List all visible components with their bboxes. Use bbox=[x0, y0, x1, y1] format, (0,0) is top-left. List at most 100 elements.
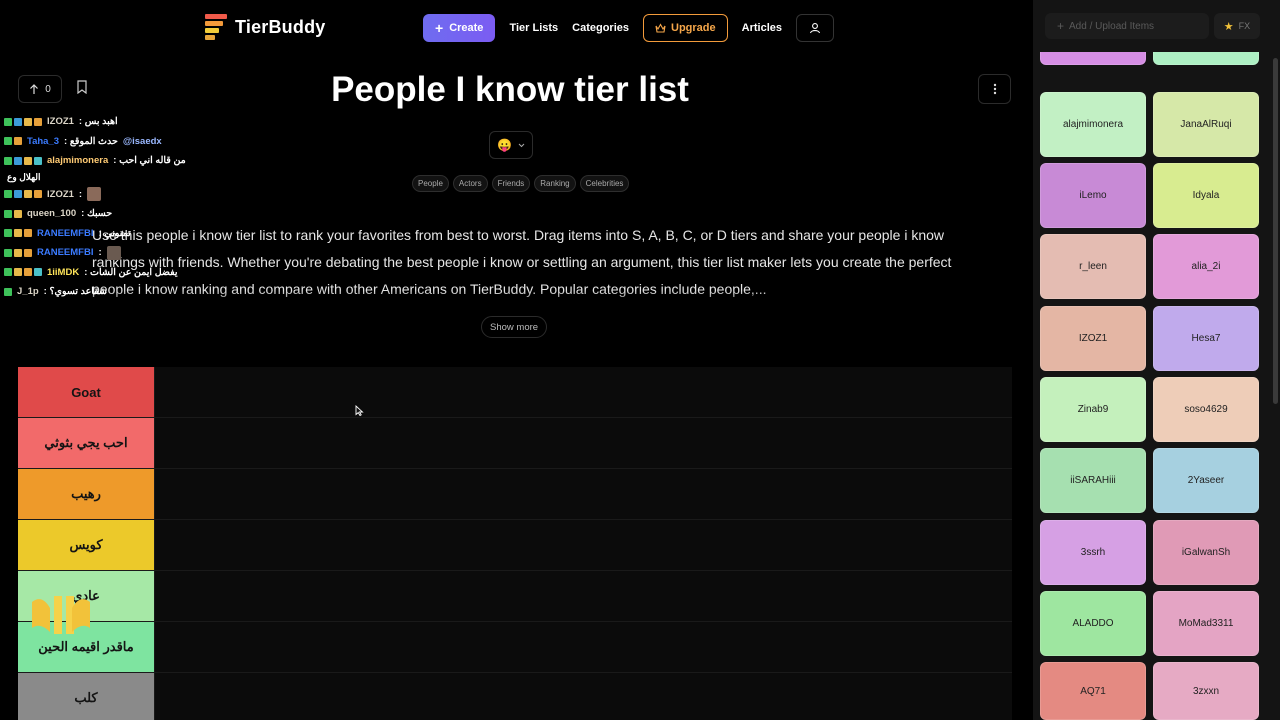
chat-message: Taha_3 : حدث الموقع @isaedx bbox=[4, 132, 224, 152]
chat-message: RANEEMFBI : bbox=[4, 243, 224, 263]
item-card[interactable]: ALADDO bbox=[1040, 591, 1146, 656]
tier-drop-zone[interactable] bbox=[154, 418, 1012, 468]
chat-username: 1iiMDK bbox=[47, 266, 80, 278]
add-upload-items-input[interactable]: + Add / Upload Items bbox=[1045, 13, 1209, 39]
item-card[interactable]: 3ssrh bbox=[1040, 520, 1146, 585]
nav-categories[interactable]: Categories bbox=[572, 22, 629, 34]
chat-message: alajmimonera : من قاله اني احب bbox=[4, 151, 224, 171]
chat-text: : bbox=[78, 188, 83, 200]
nav-articles[interactable]: Articles bbox=[742, 22, 782, 34]
tier-drop-zone[interactable] bbox=[154, 520, 1012, 570]
item-card[interactable]: alajmimonera bbox=[1040, 92, 1146, 157]
item-card[interactable]: soso4629 bbox=[1153, 377, 1259, 442]
tier-drop-zone[interactable] bbox=[154, 571, 1012, 621]
tag-chip[interactable]: Actors bbox=[452, 175, 488, 192]
item-card[interactable]: alia_2i bbox=[1153, 234, 1259, 299]
badge-icon bbox=[24, 117, 32, 126]
chat-message: RANEEMFBI : تمنوني bbox=[4, 224, 224, 244]
badge-icon bbox=[14, 268, 22, 277]
fx-button[interactable]: ★ FX bbox=[1214, 13, 1260, 39]
item-card[interactable]: 3zxxn bbox=[1153, 662, 1259, 720]
user-icon bbox=[809, 23, 821, 34]
upgrade-button[interactable]: Upgrade bbox=[643, 14, 728, 42]
item-card[interactable]: Zinab9 bbox=[1040, 377, 1146, 442]
badge-icon bbox=[4, 117, 12, 126]
add-upload-placeholder: Add / Upload Items bbox=[1069, 20, 1155, 32]
item-card[interactable]: AQ71 bbox=[1040, 662, 1146, 720]
chat-username: alajmimonera bbox=[47, 155, 109, 167]
item-card[interactable]: JanaAlRuqi bbox=[1153, 92, 1259, 157]
item-card[interactable]: 2Yaseer bbox=[1153, 448, 1259, 513]
tag-list: People Actors Friends Ranking Celebritie… bbox=[412, 175, 630, 192]
badge-icon bbox=[14, 137, 22, 146]
chevron-down-icon bbox=[518, 143, 525, 147]
emoji-reaction-select[interactable]: 😛 bbox=[489, 131, 533, 159]
tag-chip[interactable]: Ranking bbox=[534, 175, 576, 192]
badge-icon bbox=[24, 229, 32, 238]
chat-username: queen_100 bbox=[27, 208, 77, 220]
item-card[interactable]: MoMad3311 bbox=[1153, 591, 1259, 656]
nav-links: + Create Tier Lists Categories Upgrade A… bbox=[423, 14, 834, 42]
chat-text: : شقاعد تسوي؟ bbox=[43, 286, 107, 298]
badge-icon bbox=[4, 156, 12, 165]
tier-label[interactable]: رهيب bbox=[18, 469, 154, 519]
tier-drop-zone[interactable] bbox=[154, 469, 1012, 519]
tier-row: كلب bbox=[18, 673, 1012, 720]
item-card[interactable]: IZOZ1 bbox=[1040, 306, 1146, 371]
nav-tier-lists[interactable]: Tier Lists bbox=[509, 22, 558, 34]
sidebar-scrollbar[interactable] bbox=[1273, 58, 1278, 404]
badge-icon bbox=[4, 248, 12, 257]
item-card[interactable]: iLemo bbox=[1040, 163, 1146, 228]
fx-label: FX bbox=[1238, 21, 1251, 31]
main-content: TierBuddy + Create Tier Lists Categories… bbox=[0, 0, 1033, 720]
chat-username: Taha_3 bbox=[27, 135, 60, 147]
tier-row: ماقدر اقيمه الحين bbox=[18, 622, 1012, 673]
tier-drop-zone[interactable] bbox=[154, 622, 1012, 672]
tier-row: كويس bbox=[18, 520, 1012, 571]
tier-label[interactable]: Goat bbox=[18, 367, 154, 417]
chat-message: IZOZ1 : اهبد بس bbox=[4, 112, 224, 132]
badge-icon bbox=[34, 117, 42, 126]
chat-username: IZOZ1 bbox=[47, 116, 74, 128]
tier-label[interactable]: كلب bbox=[18, 673, 154, 720]
brand-logo[interactable]: TierBuddy bbox=[205, 14, 325, 40]
user-account-button[interactable] bbox=[796, 14, 834, 42]
create-button-label: Create bbox=[449, 22, 484, 34]
badge-icon bbox=[14, 117, 22, 126]
badge-icon bbox=[14, 190, 22, 199]
create-button[interactable]: + Create bbox=[423, 14, 496, 42]
tier-label[interactable]: كويس bbox=[18, 520, 154, 570]
item-card[interactable]: r_leen bbox=[1040, 234, 1146, 299]
item-card[interactable]: Hesa7 bbox=[1153, 306, 1259, 371]
badge-icon bbox=[34, 156, 42, 165]
chat-message: IZOZ1 : bbox=[4, 185, 224, 205]
item-card[interactable]: iGalwanSh bbox=[1153, 520, 1259, 585]
tag-chip[interactable]: People bbox=[412, 175, 449, 192]
tier-row: عادي bbox=[18, 571, 1012, 622]
plus-icon: + bbox=[435, 20, 444, 36]
chat-username: RANEEMFBI bbox=[37, 247, 94, 259]
tier-row: احب يجي بثوثي bbox=[18, 418, 1012, 469]
badge-icon bbox=[34, 268, 42, 277]
chat-text: الهلال وع bbox=[7, 172, 41, 182]
chat-text: : bbox=[98, 247, 102, 259]
chat-text: : حسبك bbox=[81, 208, 113, 220]
tier-drop-zone[interactable] bbox=[154, 367, 1012, 417]
tier-drop-zone[interactable] bbox=[154, 673, 1012, 720]
badge-icon bbox=[4, 268, 12, 277]
tag-chip[interactable]: Celebrities bbox=[579, 175, 630, 192]
upgrade-button-label: Upgrade bbox=[671, 22, 716, 34]
tier-label[interactable]: احب يجي بثوثي bbox=[18, 418, 154, 468]
item-card[interactable]: Idyala bbox=[1153, 163, 1259, 228]
item-card[interactable]: iiSARAHiii bbox=[1040, 448, 1146, 513]
tier-row: رهيب bbox=[18, 469, 1012, 520]
chat-text: : حدث الموقع bbox=[64, 135, 118, 147]
chat-message-continued: الهلال وع bbox=[4, 171, 224, 185]
show-more-button[interactable]: Show more bbox=[481, 316, 548, 338]
stream-chat-overlay: IZOZ1 : اهبد بس Taha_3 : حدث الموقع @isa… bbox=[4, 112, 224, 302]
plus-icon: + bbox=[1057, 19, 1065, 33]
badge-icon bbox=[24, 190, 32, 199]
more-options-button[interactable] bbox=[978, 74, 1011, 104]
tag-chip[interactable]: Friends bbox=[491, 175, 531, 192]
star-icon: ★ bbox=[1223, 20, 1234, 33]
